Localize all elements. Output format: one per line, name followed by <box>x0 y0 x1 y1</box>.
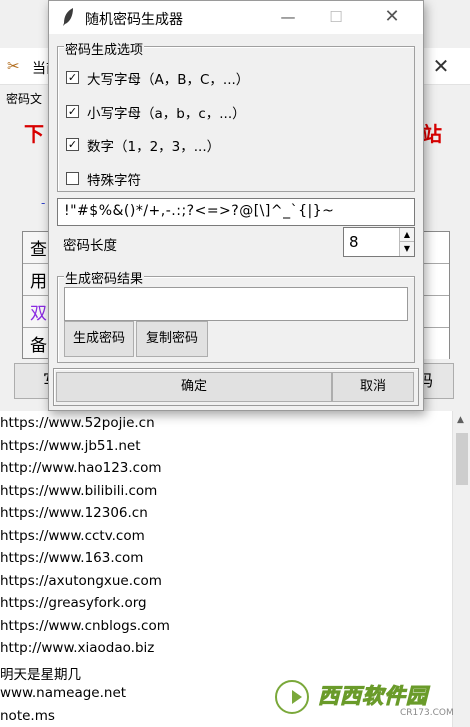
uppercase-checkbox[interactable]: ✓ <box>66 71 79 84</box>
option-label: 小写字母（a，b，c，...） <box>87 106 246 122</box>
main-banner-left: 下 <box>24 122 44 146</box>
scroll-up-icon[interactable]: ▲ <box>457 415 464 425</box>
spin-up-icon[interactable]: ▲ <box>399 228 414 242</box>
main-row-label: 备 <box>30 336 47 356</box>
length-label: 密码长度 <box>63 238 117 254</box>
ok-button[interactable]: 确定 <box>56 372 332 402</box>
password-generator-dialog: 随机密码生成器 — ☐ ✕ 密码生成选项 ✓ 大写字母（A，B，C，...） ✓… <box>48 0 424 411</box>
feather-icon <box>63 8 73 26</box>
scroll-thumb[interactable] <box>456 433 468 485</box>
special-checkbox[interactable] <box>66 172 79 185</box>
special-chars-field[interactable]: !"#$%&()*/+,-.:;?<=>?@[\]^_`{|}~ <box>57 198 415 226</box>
list-item[interactable]: https://www.bilibili.com <box>0 483 157 499</box>
list-item[interactable]: http://www.hao123.com <box>0 460 162 476</box>
list-item[interactable]: https://www.cctv.com <box>0 528 145 544</box>
list-item[interactable]: https://www.12306.cn <box>0 505 148 521</box>
list-item[interactable]: https://www.163.com <box>0 550 143 566</box>
app-icon: ✂ <box>7 57 20 75</box>
result-field[interactable] <box>64 287 408 321</box>
main-label: 密码文 <box>6 92 43 106</box>
dialog-title: 随机密码生成器 <box>85 12 183 28</box>
digits-checkbox[interactable]: ✓ <box>66 138 79 151</box>
list-item[interactable]: http://www.xiaodao.biz <box>0 640 154 656</box>
option-label: 特殊字符 <box>87 173 141 189</box>
list-item[interactable]: https://www.52pojie.cn <box>0 415 155 431</box>
footer-bar: 确定 取消 <box>53 368 419 406</box>
maximize-icon[interactable]: ☐ <box>321 5 351 29</box>
main-row-label: 查 <box>30 240 47 260</box>
option-label: 数字（1，2，3，...） <box>87 139 221 155</box>
option-label: 大写字母（A，B，C，...） <box>87 72 250 88</box>
list-item[interactable]: https://www.jb51.net <box>0 438 141 454</box>
close-icon[interactable]: ✕ <box>377 5 407 29</box>
main-row-label: 用 <box>30 272 47 292</box>
minimize-icon[interactable]: — <box>273 5 303 29</box>
main-banner-right: 站 <box>422 122 442 146</box>
cancel-button[interactable]: 取消 <box>332 372 414 402</box>
spin-down-icon[interactable]: ▼ <box>399 242 414 256</box>
list-item[interactable]: https://axutongxue.com <box>0 573 162 589</box>
list-item[interactable]: https://www.cnblogs.com <box>0 618 170 634</box>
special-chars-text: !"#$%&()*/+,-.:;?<=>?@[\]^_`{|}~ <box>64 203 335 219</box>
list-item[interactable]: https://greasyfork.org <box>0 595 147 611</box>
watermark-url: CR173.COM <box>400 708 454 718</box>
options-group-title: 密码生成选项 <box>64 39 145 58</box>
watermark-logo-icon <box>272 677 312 716</box>
list-item[interactable]: note.ms <box>0 708 55 724</box>
main-dash: - <box>41 196 46 210</box>
watermark: 西西软件园 CR173.COM <box>270 676 470 720</box>
list-item[interactable]: www.nameage.net <box>0 685 126 701</box>
dialog-titlebar: 随机密码生成器 — ☐ ✕ <box>49 1 423 34</box>
length-spinbox[interactable]: 8 ▲ ▼ <box>343 227 415 257</box>
list-item[interactable]: 明天是星期几 <box>0 663 81 683</box>
main-close-button[interactable]: ✕ <box>428 54 454 78</box>
options-group: 密码生成选项 ✓ 大写字母（A，B，C，...） ✓ 小写字母（a，b，c，..… <box>57 39 415 192</box>
copy-button[interactable]: 复制密码 <box>136 321 208 357</box>
lowercase-checkbox[interactable]: ✓ <box>66 105 79 118</box>
result-group-title: 生成密码结果 <box>64 268 145 287</box>
generate-button[interactable]: 生成密码 <box>64 321 134 357</box>
watermark-text: 西西软件园 <box>318 684 428 709</box>
length-value[interactable]: 8 <box>349 233 359 251</box>
result-group: 生成密码结果 生成密码 复制密码 <box>57 268 415 363</box>
main-row-label: 双 <box>30 304 47 324</box>
